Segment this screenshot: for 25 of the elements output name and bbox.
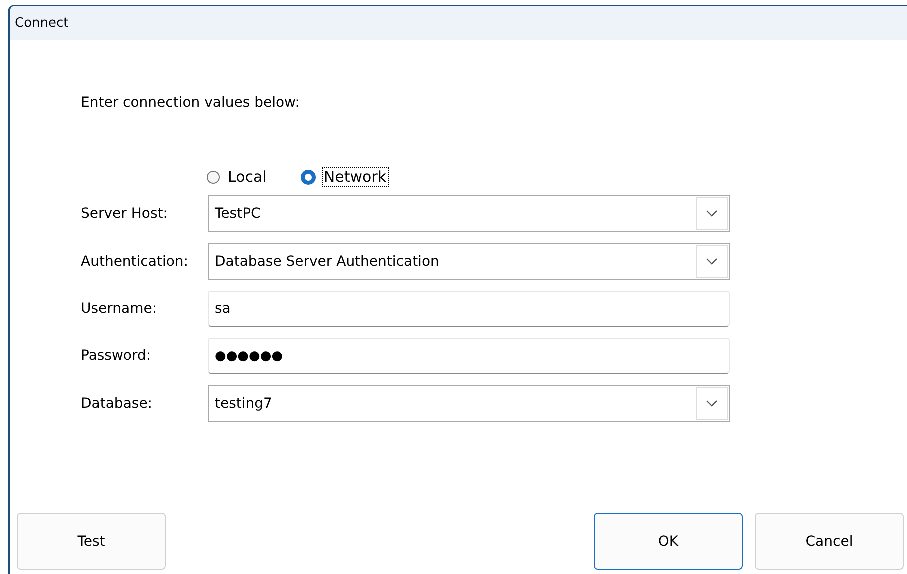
instructions-text: Enter connection values below: xyxy=(81,95,301,111)
field-label: Server Host: xyxy=(81,206,169,222)
radio-label[interactable]: Network xyxy=(322,167,389,187)
dropdown-field[interactable]: testing7 xyxy=(208,385,730,422)
password-field[interactable]: ●●●●●● xyxy=(208,338,730,374)
input-field[interactable]: sa xyxy=(208,291,730,327)
dropdown-field[interactable]: Database Server Authentication xyxy=(208,243,730,280)
window-title: Connect xyxy=(15,16,69,30)
dropdown-field[interactable]: TestPC xyxy=(208,195,730,232)
field-label: Username: xyxy=(81,301,158,317)
radio-button[interactable] xyxy=(207,170,220,184)
dropdown-button[interactable] xyxy=(696,387,728,420)
chevron-down-icon xyxy=(706,258,718,265)
field-label: Database: xyxy=(81,396,154,412)
field-label: Password: xyxy=(81,348,152,364)
dropdown-button[interactable] xyxy=(696,245,728,278)
field-label: Authentication: xyxy=(81,254,190,270)
dialog-button[interactable]: Test xyxy=(17,513,166,570)
radio-label[interactable]: Local xyxy=(226,167,269,187)
dialog-button[interactable]: OK xyxy=(594,513,743,570)
dialog-button[interactable]: Cancel xyxy=(755,513,904,570)
chevron-down-icon xyxy=(706,400,718,407)
dropdown-button[interactable] xyxy=(696,197,728,230)
chevron-down-icon xyxy=(706,210,718,217)
radio-button[interactable] xyxy=(300,170,316,184)
